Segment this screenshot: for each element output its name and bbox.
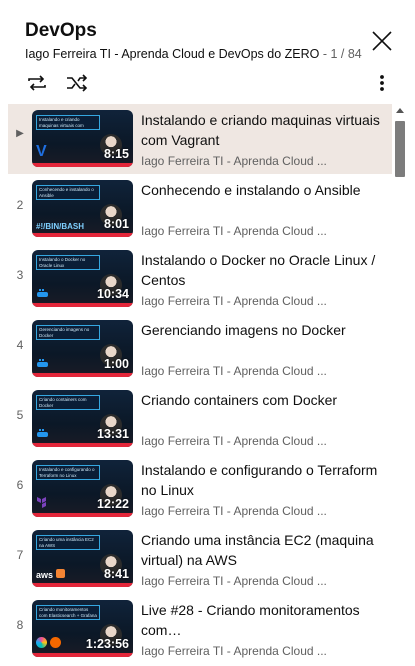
video-duration: 12:22 <box>97 497 129 511</box>
playlist-counter: 1 / 84 <box>330 47 362 61</box>
playlist-header: DevOps Iago Ferreira TI - Aprenda Cloud … <box>0 0 415 100</box>
close-icon <box>372 31 392 51</box>
video-channel[interactable]: Iago Ferreira TI - Aprenda Cloud ... <box>141 224 386 238</box>
shuffle-icon <box>67 74 88 92</box>
watch-progress-bar <box>32 443 133 447</box>
scrollbar[interactable] <box>393 104 407 666</box>
video-thumbnail[interactable]: Instalando o Docker no Oracle Linux 10:34 <box>32 250 133 307</box>
video-duration: 8:01 <box>103 217 129 231</box>
watch-progress-bar <box>32 583 133 587</box>
playlist-subtitle: Iago Ferreira TI - Aprenda Cloud e DevOp… <box>25 47 362 61</box>
video-title[interactable]: Gerenciando imagens no Docker <box>141 320 386 340</box>
now-playing-indicator: ▶ <box>16 128 24 139</box>
loop-icon <box>28 75 46 91</box>
video-thumbnail[interactable]: Instalando e criando maquinas virtuais c… <box>32 110 133 167</box>
item-index: 8 <box>16 618 24 632</box>
playlist-item[interactable]: 6 Instalando e configurando o Terraform n… <box>8 454 392 524</box>
video-title[interactable]: Instalando e configurando o Terraform no… <box>141 460 386 500</box>
watch-progress-bar <box>32 373 133 377</box>
video-duration: 1:23:56 <box>85 637 129 651</box>
thumbnail-banner: Instalando o Docker no Oracle Linux <box>36 255 100 270</box>
item-index: 3 <box>16 268 24 282</box>
scrollbar-thumb[interactable] <box>395 121 405 177</box>
video-title[interactable]: Conhecendo e instalando o Ansible <box>141 180 386 200</box>
playlist-item[interactable]: 2 Conhecendo e instalando o Ansible #!/BIN… <box>8 174 392 244</box>
playlist-item[interactable]: 3 Instalando o Docker no Oracle Linux 10:3… <box>8 244 392 314</box>
video-title[interactable]: Criando containers com Docker <box>141 390 386 410</box>
playlist-item[interactable]: 7 Criando uma instância EC2 na AWS aws 8:4… <box>8 524 392 594</box>
video-thumbnail[interactable]: Criando monitoramentos com Elasticsearch… <box>32 600 133 657</box>
thumbnail-banner: Instalando e criando maquinas virtuais c… <box>36 115 100 130</box>
video-title[interactable]: Criando uma instância EC2 (maquina virtu… <box>141 530 386 570</box>
video-thumbnail[interactable]: Conhecendo e instalando o Ansible #!/BIN/… <box>32 180 133 237</box>
video-duration: 8:41 <box>103 567 129 581</box>
close-button[interactable] <box>368 27 396 55</box>
thumbnail-banner: Conhecendo e instalando o Ansible <box>36 185 100 200</box>
loop-button[interactable] <box>25 72 49 94</box>
thumbnail-banner: Criando uma instância EC2 na AWS <box>36 535 100 550</box>
playlist-item[interactable]: 8 Criando monitoramentos com Elasticsearc… <box>8 594 392 664</box>
video-duration: 1:00 <box>103 357 129 371</box>
item-index: 4 <box>16 338 24 352</box>
item-index: 2 <box>16 198 24 212</box>
watch-progress-bar <box>32 303 133 307</box>
more-vert-icon <box>380 75 384 91</box>
thumbnail-banner: Criando containers com Docker <box>36 395 100 410</box>
thumbnail-banner: Criando monitoramentos com Elasticsearch… <box>36 605 100 620</box>
playlist-item[interactable]: ▶ Instalando e criando maquinas virtuais … <box>8 104 392 174</box>
playlist-items: ▶ Instalando e criando maquinas virtuais … <box>8 104 392 666</box>
more-options-button[interactable] <box>372 72 392 94</box>
video-channel[interactable]: Iago Ferreira TI - Aprenda Cloud ... <box>141 434 386 448</box>
watch-progress-bar <box>32 653 133 657</box>
watch-progress-bar <box>32 513 133 517</box>
video-channel[interactable]: Iago Ferreira TI - Aprenda Cloud ... <box>141 294 386 308</box>
playlist-item[interactable]: 4 Gerenciando imagens no Docker 1:00 Gerenc… <box>8 314 392 384</box>
video-duration: 8:15 <box>103 147 129 161</box>
video-thumbnail[interactable]: Criando uma instância EC2 na AWS aws 8:41 <box>32 530 133 587</box>
video-title[interactable]: Live #28 - Criando monitoramentos com… <box>141 600 386 640</box>
item-index: 7 <box>16 548 24 562</box>
video-duration: 10:34 <box>97 287 129 301</box>
playlist-panel: DevOps Iago Ferreira TI - Aprenda Cloud … <box>0 0 415 666</box>
video-channel[interactable]: Iago Ferreira TI - Aprenda Cloud ... <box>141 644 386 658</box>
video-thumbnail[interactable]: Criando containers com Docker 13:31 <box>32 390 133 447</box>
video-thumbnail[interactable]: Gerenciando imagens no Docker 1:00 <box>32 320 133 377</box>
video-title[interactable]: Instalando e criando maquinas virtuais c… <box>141 110 386 150</box>
playlist-channel[interactable]: Iago Ferreira TI - Aprenda Cloud e DevOp… <box>25 47 319 61</box>
playlist-item[interactable]: 5 Criando containers com Docker 13:31 Crian… <box>8 384 392 454</box>
thumbnail-banner: Instalando e configurando o Terraform no… <box>36 465 100 480</box>
thumbnail-logo-icon <box>36 637 62 651</box>
video-channel[interactable]: Iago Ferreira TI - Aprenda Cloud ... <box>141 504 386 518</box>
thumbnail-logo-icon: #!/BIN/BASH <box>36 222 85 231</box>
thumbnail-logo-icon: V <box>36 143 47 160</box>
scroll-up-arrow[interactable] <box>396 108 404 113</box>
video-thumbnail[interactable]: Instalando e configurando o Terraform no… <box>32 460 133 517</box>
video-channel[interactable]: Iago Ferreira TI - Aprenda Cloud ... <box>141 154 386 168</box>
thumbnail-logo-icon <box>36 288 52 301</box>
playlist-title[interactable]: DevOps <box>25 20 97 42</box>
watch-progress-bar <box>32 233 133 237</box>
thumbnail-banner: Gerenciando imagens no Docker <box>36 325 100 340</box>
watch-progress-bar <box>32 163 133 167</box>
video-duration: 13:31 <box>97 427 129 441</box>
item-index: 5 <box>16 408 24 422</box>
item-index: 6 <box>16 478 24 492</box>
shuffle-button[interactable] <box>65 72 89 94</box>
thumbnail-logo-icon: aws <box>36 569 66 581</box>
thumbnail-logo-icon <box>36 358 52 371</box>
video-title[interactable]: Instalando o Docker no Oracle Linux / Ce… <box>141 250 386 290</box>
thumbnail-logo-icon <box>36 496 48 511</box>
video-channel[interactable]: Iago Ferreira TI - Aprenda Cloud ... <box>141 364 386 378</box>
video-channel[interactable]: Iago Ferreira TI - Aprenda Cloud ... <box>141 574 386 588</box>
thumbnail-logo-icon <box>36 428 52 441</box>
